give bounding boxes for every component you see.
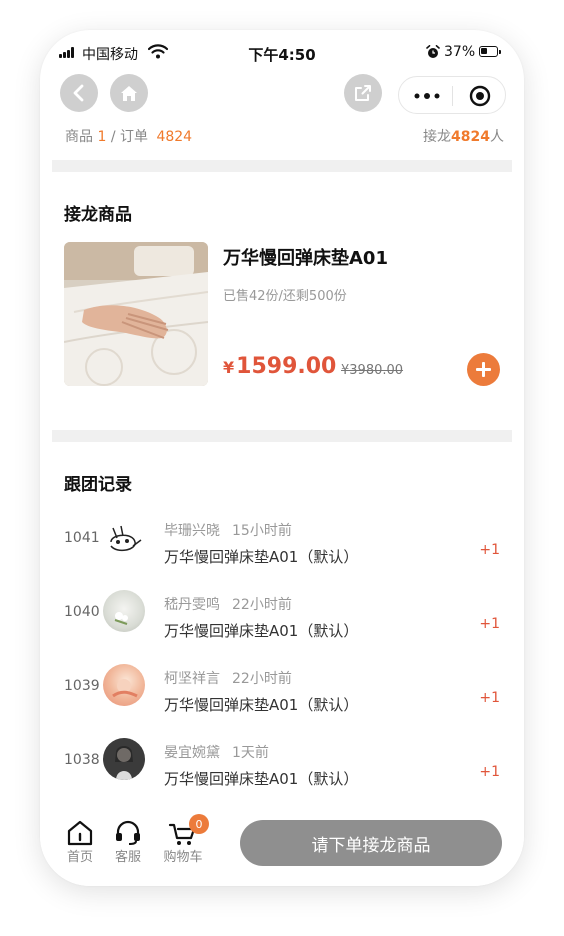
avatar xyxy=(103,738,145,780)
target-icon[interactable] xyxy=(469,85,491,107)
battery-icon xyxy=(479,46,501,57)
section-divider xyxy=(52,160,512,172)
list-item[interactable]: 1038 晏宜婉黛 1天前 万华慢回弹床垫A01（默认） +1 xyxy=(40,728,524,800)
record-user: 毕珊兴晓 xyxy=(164,523,220,539)
home-icon xyxy=(121,85,137,101)
record-product: 万华慢回弹床垫A01（默认） xyxy=(164,770,359,788)
record-time: 22小时前 xyxy=(232,671,292,687)
record-number: 1039 xyxy=(64,678,100,694)
tab-cart-label: 购物车 xyxy=(163,850,203,865)
product-image[interactable] xyxy=(64,242,208,386)
order-label: 订单 xyxy=(120,129,148,145)
record-meta: 晏宜婉黛 1天前 xyxy=(164,742,269,762)
chevron-left-icon xyxy=(73,84,84,102)
record-user: 嵇丹雯鸣 xyxy=(164,597,220,613)
avatar xyxy=(103,590,145,632)
record-time: 1天前 xyxy=(232,745,269,761)
status-bar: 中国移动 下午4:50 37% xyxy=(40,30,524,76)
section-divider xyxy=(52,430,512,442)
order-summary: 商品 1 / 订单 4824 xyxy=(65,126,192,146)
goods-label: 商品 xyxy=(65,129,93,145)
more-dots-icon[interactable] xyxy=(414,93,440,99)
record-user: 晏宜婉黛 xyxy=(164,745,220,761)
battery-percent: 37% xyxy=(444,44,476,60)
phone-frame: 中国移动 下午4:50 37% 商品 1 / 订单 4824 接龙4824人 接… xyxy=(40,30,524,886)
currency-symbol: ¥ xyxy=(223,358,235,377)
cart-badge: 0 xyxy=(189,814,209,834)
records-section-title: 跟团记录 xyxy=(64,475,132,495)
record-count: +1 xyxy=(479,764,500,780)
record-user: 柯坚祥言 xyxy=(164,671,220,687)
product-price: ¥1599.00 xyxy=(223,354,336,379)
mattress-image xyxy=(64,242,208,386)
record-count: +1 xyxy=(479,542,500,558)
product-sold-info: 已售42份/还剩500份 xyxy=(223,289,347,304)
record-meta: 毕珊兴晓 15小时前 xyxy=(164,520,292,540)
share-button[interactable] xyxy=(344,74,382,112)
capsule-menu xyxy=(398,76,506,114)
product-section-title: 接龙商品 xyxy=(64,205,132,225)
add-to-cart-button[interactable] xyxy=(467,353,500,386)
home-button[interactable] xyxy=(110,74,148,112)
record-number: 1041 xyxy=(64,530,100,546)
summary-separator: / xyxy=(110,129,116,145)
headset-icon xyxy=(116,820,140,845)
order-count: 4824 xyxy=(156,129,193,145)
record-product: 万华慢回弹床垫A01（默认） xyxy=(164,622,359,640)
list-item[interactable]: 1041 毕珊兴晓 15小时前 万华慢回弹床垫A01（默认） +1 xyxy=(40,506,524,578)
jielong-suffix: 人 xyxy=(490,129,504,145)
record-product: 万华慢回弹床垫A01（默认） xyxy=(164,548,359,566)
product-name[interactable]: 万华慢回弹床垫A01 xyxy=(223,244,388,270)
record-time: 15小时前 xyxy=(232,523,292,539)
record-count: +1 xyxy=(479,690,500,706)
record-number: 1038 xyxy=(64,752,100,768)
goods-count: 1 xyxy=(97,129,107,145)
back-button[interactable] xyxy=(60,74,98,112)
record-product: 万华慢回弹床垫A01（默认） xyxy=(164,696,359,714)
record-count: +1 xyxy=(479,616,500,632)
record-number: 1040 xyxy=(64,604,100,620)
record-meta: 柯坚祥言 22小时前 xyxy=(164,668,292,688)
avatar xyxy=(103,520,145,562)
tab-service-label: 客服 xyxy=(114,850,141,865)
home-icon xyxy=(67,820,93,846)
list-item[interactable]: 1039 柯坚祥言 22小时前 万华慢回弹床垫A01（默认） +1 xyxy=(40,654,524,726)
capsule-divider xyxy=(452,86,453,106)
record-time: 22小时前 xyxy=(232,597,292,613)
alarm-icon xyxy=(426,45,440,58)
record-meta: 嵇丹雯鸣 22小时前 xyxy=(164,594,292,614)
place-order-button[interactable]: 请下单接龙商品 xyxy=(240,820,502,866)
original-price: ¥3980.00 xyxy=(341,363,404,378)
price-value: 1599.00 xyxy=(236,354,337,379)
avatar xyxy=(103,664,145,706)
tab-home-label: 首页 xyxy=(66,850,93,865)
jielong-prefix: 接龙 xyxy=(423,129,452,145)
share-icon xyxy=(355,85,371,101)
jielong-number: 4824 xyxy=(451,129,490,145)
jielong-count: 接龙4824人 xyxy=(423,126,504,146)
list-item[interactable]: 1040 嵇丹雯鸣 22小时前 万华慢回弹床垫A01（默认） +1 xyxy=(40,580,524,652)
